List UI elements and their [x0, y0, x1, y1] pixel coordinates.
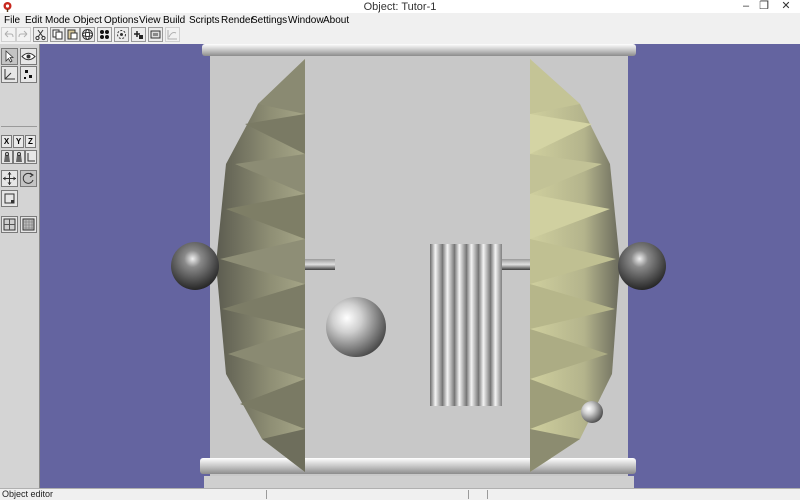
- axis-x-button[interactable]: X: [1, 135, 12, 148]
- pattern-icon[interactable]: [20, 216, 37, 233]
- weight-icon[interactable]: [1, 150, 13, 164]
- menu-view[interactable]: View: [139, 13, 161, 27]
- scene-canvas[interactable]: [40, 44, 800, 488]
- corner-icon[interactable]: [25, 150, 37, 164]
- scale-icon[interactable]: [1, 190, 18, 207]
- copy-icon[interactable]: [50, 27, 65, 42]
- menu-options[interactable]: Options: [104, 13, 138, 27]
- axis-y-button[interactable]: Y: [13, 135, 24, 148]
- status-separator: [468, 490, 469, 499]
- rotate-tool-icon[interactable]: [20, 170, 37, 187]
- menu-settings[interactable]: Settings: [251, 13, 287, 27]
- panel-divider: [1, 126, 37, 127]
- paste-icon[interactable]: [65, 27, 80, 42]
- menu-about[interactable]: About: [323, 13, 349, 27]
- menu-edit[interactable]: Edit: [25, 13, 42, 27]
- right-rod[interactable]: [502, 259, 530, 270]
- minimize-icon[interactable]: –: [736, 0, 756, 13]
- close-icon[interactable]: ✕: [772, 0, 800, 13]
- menu-scripts[interactable]: Scripts: [189, 13, 220, 27]
- move-icon[interactable]: [1, 170, 18, 187]
- rotate-icon[interactable]: [114, 27, 129, 42]
- menu-bar: File Edit Mode Object Options View Build…: [0, 13, 800, 27]
- title-bar: Object: Tutor-1 – ❐ ✕: [0, 0, 800, 13]
- toolbar: [0, 27, 800, 45]
- top-bar[interactable]: [202, 44, 636, 56]
- texture-icon[interactable]: [1, 216, 18, 233]
- bottom-bar-lower: [204, 476, 634, 488]
- axis-z-button[interactable]: Z: [25, 135, 36, 148]
- cut-icon[interactable]: [33, 27, 48, 42]
- right-sphere[interactable]: [618, 242, 666, 290]
- axes-icon[interactable]: [1, 66, 18, 83]
- 3d-viewport[interactable]: [40, 44, 800, 488]
- window-title: Object: Tutor-1: [363, 1, 437, 13]
- redo-icon[interactable]: [16, 27, 31, 42]
- eye-icon[interactable]: [20, 48, 37, 65]
- maximize-icon[interactable]: ❐: [754, 0, 774, 13]
- menu-object[interactable]: Object: [73, 13, 102, 27]
- menu-mode[interactable]: Mode: [45, 13, 70, 27]
- snap-icon[interactable]: [131, 27, 146, 42]
- ribbed-cylinder[interactable]: [430, 244, 502, 406]
- tool-panel: X Y Z: [0, 44, 40, 488]
- undo-icon[interactable]: [1, 27, 16, 42]
- menu-window[interactable]: Window: [288, 13, 324, 27]
- small-sphere[interactable]: [581, 401, 603, 423]
- menu-file[interactable]: File: [4, 13, 20, 27]
- menu-build[interactable]: Build: [163, 13, 185, 27]
- grid-points-icon[interactable]: [97, 27, 112, 42]
- bottom-bar[interactable]: [200, 458, 636, 474]
- graph-icon[interactable]: [165, 27, 180, 42]
- status-separator: [266, 490, 267, 499]
- left-sphere[interactable]: [171, 242, 219, 290]
- weight-alt-icon[interactable]: [13, 150, 25, 164]
- menu-render[interactable]: Render: [221, 13, 254, 27]
- select-arrow-icon[interactable]: [1, 48, 18, 65]
- render-icon[interactable]: [148, 27, 163, 42]
- status-bar: Object editor: [0, 488, 800, 500]
- status-separator: [487, 490, 488, 499]
- center-sphere[interactable]: [326, 297, 386, 357]
- left-rod[interactable]: [305, 259, 335, 270]
- sphere-icon[interactable]: [80, 27, 95, 42]
- status-text: Object editor: [2, 489, 54, 499]
- points-icon[interactable]: [20, 66, 37, 83]
